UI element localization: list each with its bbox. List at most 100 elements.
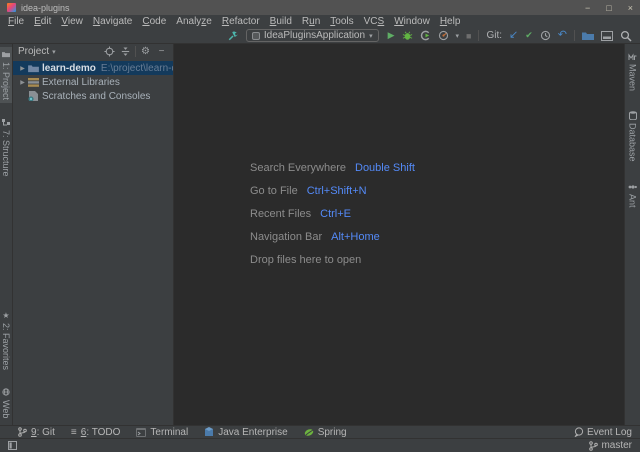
- tree-expand-icon[interactable]: ▶: [18, 79, 27, 86]
- menu-view[interactable]: View: [56, 16, 88, 27]
- spring-leaf-icon: [304, 428, 314, 437]
- toolwindow-toggle-button[interactable]: [8, 441, 17, 450]
- stripe-database-button[interactable]: Database: [627, 108, 639, 165]
- menu-vcs[interactable]: VCS: [359, 16, 390, 27]
- menu-build[interactable]: Build: [265, 16, 297, 27]
- spring-toolwindow-button[interactable]: Spring: [304, 427, 347, 438]
- menu-analyze[interactable]: Analyze: [171, 16, 217, 27]
- project-view-chevron-icon[interactable]: ▾: [52, 48, 56, 56]
- shortcut-keys: Alt+Home: [331, 231, 380, 244]
- minimize-button[interactable]: −: [585, 3, 590, 13]
- event-log-button[interactable]: Event Log: [574, 427, 632, 438]
- chevron-down-icon: ▾: [369, 32, 373, 40]
- todo-toolwindow-button[interactable]: ≡ 6: TODO: [71, 427, 121, 438]
- stripe-web-label: Web: [1, 400, 11, 418]
- tree-expand-icon[interactable]: ▶: [18, 65, 27, 72]
- intellij-idea-window: idea-plugins − □ × File Edit View Naviga…: [0, 0, 640, 452]
- stripe-ant-button[interactable]: Ant: [627, 179, 639, 211]
- shortcut-row: Drop files here to open: [250, 254, 415, 267]
- menu-tools[interactable]: Tools: [325, 16, 358, 27]
- project-folder-icon: [27, 64, 39, 73]
- build-hammer-icon[interactable]: [227, 29, 239, 42]
- shortcut-label: Navigation Bar: [250, 231, 322, 244]
- shortcut-hints: Search Everywhere Double Shift Go to Fil…: [250, 162, 415, 267]
- java-enterprise-icon: [204, 427, 214, 437]
- menu-help[interactable]: Help: [435, 16, 466, 27]
- project-panel-header: Project ▾ ⚙ −: [13, 44, 173, 59]
- toolbar-separator: [478, 30, 479, 41]
- stripe-favorites-button[interactable]: ★ 2: Favorites: [0, 308, 12, 373]
- project-tool-window: Project ▾ ⚙ − ▶ learn: [13, 44, 174, 425]
- shortcut-label: Go to File: [250, 185, 298, 198]
- profiler-button[interactable]: [438, 29, 449, 42]
- run-button[interactable]: ▶: [388, 29, 395, 42]
- todo-list-icon: ≡: [71, 427, 77, 438]
- project-stripe-icon: [2, 50, 11, 59]
- vcs-commit-button[interactable]: ✔: [525, 29, 533, 42]
- tree-item-path: E:\project\learn-demo: [101, 63, 173, 74]
- debug-button[interactable]: [402, 29, 413, 42]
- menu-edit[interactable]: Edit: [29, 16, 56, 27]
- shortcut-keys: Double Shift: [355, 162, 415, 175]
- tree-row-external-libraries[interactable]: ▶ External Libraries: [13, 75, 173, 89]
- intellij-logo-icon: [7, 3, 16, 12]
- java-enterprise-toolwindow-button[interactable]: Java Enterprise: [204, 427, 287, 438]
- stripe-maven-label: Maven: [628, 64, 638, 91]
- terminal-toolwindow-button[interactable]: Terminal: [136, 427, 188, 438]
- run-config-app-icon: [252, 32, 260, 40]
- menu-window[interactable]: Window: [389, 16, 435, 27]
- menu-refactor[interactable]: Refactor: [217, 16, 265, 27]
- hide-panel-button[interactable]: −: [155, 45, 168, 58]
- close-button[interactable]: ×: [628, 3, 633, 13]
- panel-header-separator: [135, 46, 136, 57]
- maven-icon: [628, 52, 637, 61]
- git-label: Git:: [486, 30, 502, 41]
- vcs-rollback-button[interactable]: ↶: [558, 29, 567, 42]
- tree-row-learn-demo[interactable]: ▶ learn-demo E:\project\learn-demo: [13, 61, 173, 75]
- terminal-icon: [136, 428, 146, 437]
- window-icon-button[interactable]: [601, 29, 613, 42]
- tree-row-scratches[interactable]: Scratches and Consoles: [13, 89, 173, 103]
- menu-file[interactable]: File: [3, 16, 29, 27]
- event-log-label: Event Log: [587, 427, 632, 438]
- libraries-icon: [27, 78, 39, 87]
- gear-icon[interactable]: ⚙: [139, 45, 152, 58]
- stripe-project-label: 1: Project: [1, 62, 11, 100]
- stripe-structure-button[interactable]: 7: Structure: [0, 115, 12, 180]
- vcs-history-button[interactable]: [540, 29, 551, 42]
- menubar: File Edit View Navigate Code Analyze Ref…: [0, 15, 640, 28]
- folder-icon-button[interactable]: [582, 29, 594, 42]
- stripe-web-button[interactable]: Web: [0, 385, 12, 421]
- project-panel-title[interactable]: Project: [18, 46, 49, 57]
- shortcut-label: Recent Files: [250, 208, 311, 221]
- run-options-chevron-icon[interactable]: ▾: [456, 32, 460, 40]
- window-title: idea-plugins: [21, 3, 70, 13]
- stripe-maven-button[interactable]: Maven: [627, 49, 639, 94]
- git-toolwindow-button[interactable]: 9: Git: [18, 427, 55, 438]
- project-tree: ▶ learn-demo E:\project\learn-demo ▶ Ext…: [13, 59, 173, 103]
- coverage-button[interactable]: [420, 29, 431, 42]
- stop-button: ■: [466, 29, 471, 42]
- locate-file-button[interactable]: [103, 45, 116, 58]
- editor-area[interactable]: Search Everywhere Double Shift Go to Fil…: [174, 44, 624, 425]
- maximize-button[interactable]: □: [606, 3, 611, 13]
- git-branch-icon: [18, 427, 27, 437]
- shortcut-row: Navigation Bar Alt+Home: [250, 231, 415, 244]
- git-branch-widget[interactable]: master: [589, 440, 632, 451]
- shortcut-keys: Ctrl+Shift+N: [307, 185, 367, 198]
- structure-stripe-icon: [2, 118, 11, 127]
- right-tool-stripe: Maven Database Ant: [624, 44, 640, 425]
- terminal-toolwindow-label: Terminal: [150, 427, 188, 438]
- stripe-project-button[interactable]: 1: Project: [0, 47, 12, 103]
- run-configuration-select[interactable]: IdeaPluginsApplication ▾: [246, 29, 379, 42]
- stripe-ant-label: Ant: [628, 194, 638, 208]
- collapse-all-button[interactable]: [119, 45, 132, 58]
- menu-code[interactable]: Code: [137, 16, 171, 27]
- toolbar-separator: [574, 30, 575, 41]
- git-branch-name: master: [601, 440, 632, 451]
- menu-run[interactable]: Run: [297, 16, 325, 27]
- menu-navigate[interactable]: Navigate: [88, 16, 137, 27]
- search-everywhere-icon[interactable]: [620, 29, 632, 42]
- vcs-update-button[interactable]: ↙: [509, 29, 518, 42]
- globe-icon: [2, 388, 11, 397]
